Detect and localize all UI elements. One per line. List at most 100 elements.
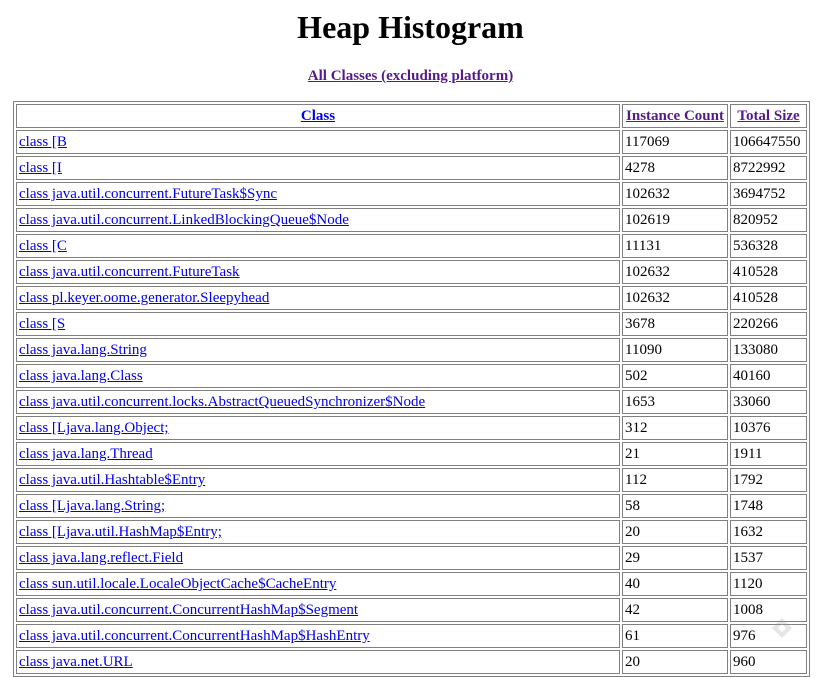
class-link[interactable]: class [S (19, 316, 65, 332)
instance-count-cell: 312 (622, 416, 728, 440)
total-size-cell: 976 (730, 624, 807, 648)
instance-count-cell: 61 (622, 624, 728, 648)
table-row: class [I 4278 8722992 (16, 156, 807, 180)
class-cell: class java.util.concurrent.FutureTask$Sy… (16, 182, 620, 206)
total-size-cell: 33060 (730, 390, 807, 414)
class-cell: class java.util.concurrent.locks.Abstrac… (16, 390, 620, 414)
total-size-cell: 536328 (730, 234, 807, 258)
all-classes-link-container: All Classes (excluding platform) (0, 67, 821, 85)
sort-by-class-link[interactable]: Class (301, 108, 335, 124)
table-row: class java.util.concurrent.locks.Abstrac… (16, 390, 807, 414)
page-title: Heap Histogram (297, 9, 524, 45)
total-size-cell: 1632 (730, 520, 807, 544)
sort-by-total-size-link[interactable]: Total Size (737, 108, 799, 124)
table-row: class [Ljava.lang.String; 58 1748 (16, 494, 807, 518)
class-link[interactable]: class [B (19, 134, 67, 150)
table-row: class java.lang.reflect.Field 29 1537 (16, 546, 807, 570)
sort-by-instance-count-link[interactable]: Instance Count (626, 108, 724, 124)
class-cell: class [Ljava.lang.Object; (16, 416, 620, 440)
instance-count-column-header[interactable]: Instance Count (622, 104, 728, 128)
class-link[interactable]: class [Ljava.lang.Object; (19, 420, 169, 436)
instance-count-cell: 102632 (622, 260, 728, 284)
instance-count-cell: 4278 (622, 156, 728, 180)
class-cell: class java.util.concurrent.FutureTask (16, 260, 620, 284)
class-cell: class java.lang.Class (16, 364, 620, 388)
table-row: class [C 11131 536328 (16, 234, 807, 258)
instance-count-cell: 112 (622, 468, 728, 492)
class-link[interactable]: class pl.keyer.oome.generator.Sleepyhead (19, 290, 269, 306)
class-cell: class java.util.concurrent.ConcurrentHas… (16, 624, 620, 648)
class-link[interactable]: class java.util.concurrent.ConcurrentHas… (19, 628, 370, 644)
class-link[interactable]: class [Ljava.lang.String; (19, 498, 165, 514)
total-size-cell: 220266 (730, 312, 807, 336)
total-size-cell: 410528 (730, 260, 807, 284)
total-size-cell: 133080 (730, 338, 807, 362)
instance-count-cell: 11131 (622, 234, 728, 258)
total-size-cell: 10376 (730, 416, 807, 440)
total-size-column-header[interactable]: Total Size (730, 104, 807, 128)
class-link[interactable]: class [Ljava.util.HashMap$Entry; (19, 524, 222, 540)
instance-count-cell: 502 (622, 364, 728, 388)
all-classes-link[interactable]: All Classes (excluding platform) (308, 68, 513, 84)
class-cell: class java.util.concurrent.LinkedBlockin… (16, 208, 620, 232)
class-cell: class [Ljava.util.HashMap$Entry; (16, 520, 620, 544)
total-size-cell: 3694752 (730, 182, 807, 206)
class-link[interactable]: class [I (19, 160, 62, 176)
class-link[interactable]: class java.lang.reflect.Field (19, 550, 183, 566)
instance-count-cell: 3678 (622, 312, 728, 336)
total-size-cell: 1748 (730, 494, 807, 518)
class-link[interactable]: class [C (19, 238, 67, 254)
class-link[interactable]: class java.util.concurrent.FutureTask$Sy… (19, 186, 277, 202)
table-row: class java.util.concurrent.FutureTask 102… (16, 260, 807, 284)
table-row: class java.util.concurrent.FutureTask$Sy… (16, 182, 807, 206)
instance-count-cell: 29 (622, 546, 728, 570)
table-row: class java.util.concurrent.ConcurrentHas… (16, 598, 807, 622)
class-link[interactable]: class java.lang.String (19, 342, 147, 358)
instance-count-cell: 117069 (622, 130, 728, 154)
class-link[interactable]: class sun.util.locale.LocaleObjectCache$… (19, 576, 336, 592)
class-link[interactable]: class java.util.concurrent.locks.Abstrac… (19, 394, 425, 410)
class-column-header[interactable]: Class (16, 104, 620, 128)
total-size-cell: 40160 (730, 364, 807, 388)
class-cell: class [I (16, 156, 620, 180)
class-cell: class sun.util.locale.LocaleObjectCache$… (16, 572, 620, 596)
histogram-table-body: class [B 117069 106647550 class [I 4278 87229… (16, 130, 807, 674)
table-row: class java.net.URL 20 960 (16, 650, 807, 674)
class-link[interactable]: class java.lang.Thread (19, 446, 153, 462)
table-row: class java.lang.String 11090 133080 (16, 338, 807, 362)
class-link[interactable]: class java.util.concurrent.ConcurrentHas… (19, 602, 358, 618)
class-link[interactable]: class java.util.concurrent.FutureTask (19, 264, 240, 280)
class-cell: class java.lang.String (16, 338, 620, 362)
table-row: class [S 3678 220266 (16, 312, 807, 336)
table-row: class [Ljava.lang.Object; 312 10376 (16, 416, 807, 440)
instance-count-cell: 11090 (622, 338, 728, 362)
class-cell: class [S (16, 312, 620, 336)
class-cell: class java.net.URL (16, 650, 620, 674)
watermark-icon (772, 618, 792, 638)
table-row: class java.util.concurrent.LinkedBlockin… (16, 208, 807, 232)
class-link[interactable]: class java.net.URL (19, 654, 133, 670)
class-link[interactable]: class java.lang.Class (19, 368, 143, 384)
instance-count-cell: 20 (622, 650, 728, 674)
total-size-cell: 1792 (730, 468, 807, 492)
class-cell: class java.lang.Thread (16, 442, 620, 466)
class-cell: class pl.keyer.oome.generator.Sleepyhead (16, 286, 620, 310)
total-size-cell: 1911 (730, 442, 807, 466)
table-row: class sun.util.locale.LocaleObjectCache$… (16, 572, 807, 596)
total-size-cell: 820952 (730, 208, 807, 232)
class-link[interactable]: class java.util.concurrent.LinkedBlockin… (19, 212, 349, 228)
class-cell: class java.util.concurrent.ConcurrentHas… (16, 598, 620, 622)
total-size-cell: 106647550 (730, 130, 807, 154)
table-row: class java.lang.Class 502 40160 (16, 364, 807, 388)
total-size-cell: 1008 (730, 598, 807, 622)
table-row: class pl.keyer.oome.generator.Sleepyhead… (16, 286, 807, 310)
total-size-cell: 1537 (730, 546, 807, 570)
instance-count-cell: 1653 (622, 390, 728, 414)
instance-count-cell: 42 (622, 598, 728, 622)
instance-count-cell: 102619 (622, 208, 728, 232)
histogram-table-wrapper: Class Instance Count Total Size class [B… (13, 101, 810, 677)
class-cell: class [B (16, 130, 620, 154)
class-cell: class java.lang.reflect.Field (16, 546, 620, 570)
table-row: class java.lang.Thread 21 1911 (16, 442, 807, 466)
class-link[interactable]: class java.util.Hashtable$Entry (19, 472, 205, 488)
